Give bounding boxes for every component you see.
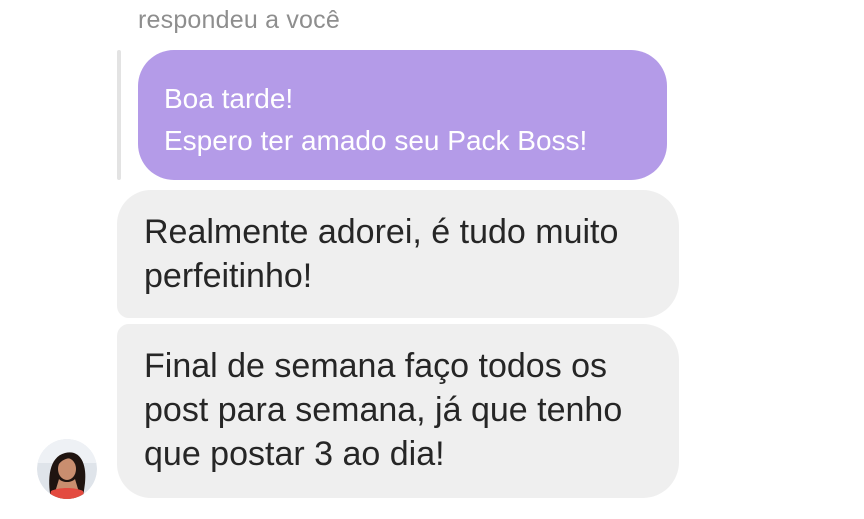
quoted-message-line: Boa tarde! [164, 83, 294, 114]
received-message-bubble[interactable]: Final de semana faço todos os post para … [117, 324, 679, 498]
quoted-message-bubble[interactable]: Boa tarde! Espero ter amado seu Pack Bos… [138, 50, 667, 180]
message-line: post para semana, já que tenho [144, 391, 623, 429]
quote-indicator-bar [117, 50, 121, 180]
received-message-bubble[interactable]: Realmente adorei, é tudo muito perfeitin… [117, 190, 679, 318]
contact-avatar[interactable] [37, 439, 97, 499]
chat-thread: respondeu a você Boa tarde! Espero ter a… [0, 0, 864, 519]
message-line: Realmente adorei, é tudo muito [144, 213, 619, 251]
reply-context-label: respondeu a você [138, 6, 340, 34]
message-line: Final de semana faço todos os [144, 347, 608, 385]
avatar-photo-icon [37, 439, 97, 499]
message-line: que postar 3 ao dia! [144, 435, 445, 473]
message-line: perfeitinho! [144, 257, 313, 295]
quoted-message-line: Espero ter amado seu Pack Boss! [164, 125, 588, 156]
